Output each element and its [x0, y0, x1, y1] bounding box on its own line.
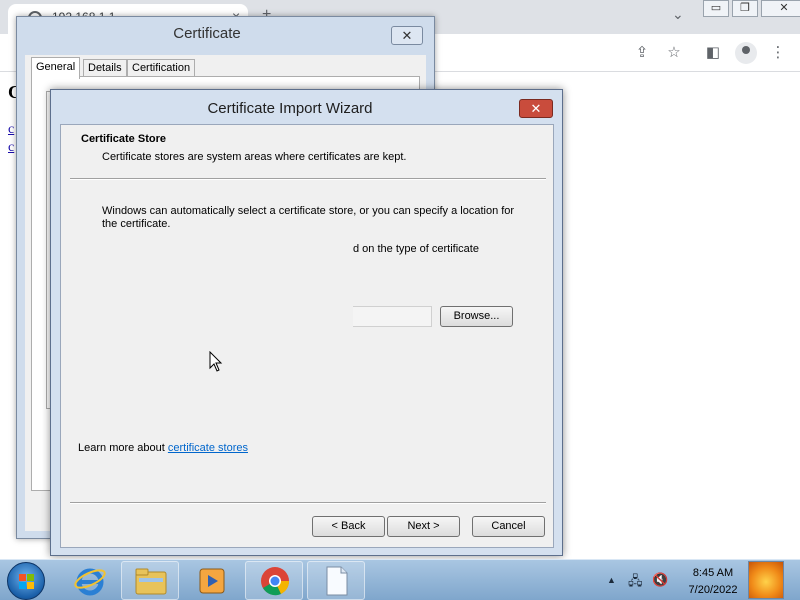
certificate-stores-link[interactable]: certificate stores: [168, 442, 248, 454]
network-icon[interactable]: 🖧: [628, 572, 643, 594]
menu-kebab-icon[interactable]: ⋮: [768, 43, 788, 63]
mouse-cursor-icon: [209, 351, 223, 372]
folder-icon: [135, 568, 167, 595]
start-button[interactable]: [7, 562, 45, 600]
tab-search-icon[interactable]: ⌄: [672, 6, 684, 23]
learn-more-prefix: Learn more about: [78, 442, 168, 454]
wizard-close-button[interactable]: ✕: [519, 99, 553, 118]
page-link[interactable]: c: [8, 122, 14, 138]
certificate-store-field: [353, 306, 432, 327]
certificate-import-wizard: Certificate Import Wizard ✕ Certificate …: [50, 89, 563, 556]
minimize-button[interactable]: ▭: [703, 0, 729, 17]
wizard-separator: [70, 178, 546, 180]
show-desktop-button[interactable]: [748, 561, 784, 599]
wizard-body-text: Windows can automatically select a certi…: [102, 205, 515, 230]
next-button[interactable]: Next >: [387, 516, 460, 537]
window-close-button[interactable]: ✕: [761, 0, 800, 17]
taskbar-notepad[interactable]: [307, 561, 365, 600]
show-hidden-icons[interactable]: ▲: [607, 575, 616, 585]
ie-icon: [74, 568, 106, 596]
taskbar-file-explorer[interactable]: [121, 561, 179, 600]
taskbar-internet-explorer[interactable]: [60, 561, 118, 600]
back-button[interactable]: < Back: [312, 516, 385, 537]
tab-general[interactable]: General: [31, 57, 81, 79]
wizard-heading: Certificate Store: [81, 133, 166, 145]
page-link[interactable]: c: [8, 140, 14, 156]
volume-muted-icon[interactable]: 🔇: [652, 572, 668, 588]
wizard-partial-option: d on the type of certificate: [353, 243, 479, 255]
document-icon: [326, 566, 348, 596]
media-player-icon: [199, 568, 225, 594]
certificate-close-button[interactable]: ✕: [391, 26, 423, 45]
browse-button[interactable]: Browse...: [440, 306, 513, 327]
learn-more-text: Learn more about certificate stores: [78, 442, 248, 454]
bookmark-star-icon[interactable]: ☆: [664, 43, 684, 63]
chrome-icon: [261, 567, 290, 596]
taskbar-media-player[interactable]: [182, 561, 240, 600]
wizard-body: Certificate Store Certificate stores are…: [60, 124, 554, 548]
cancel-button[interactable]: Cancel: [472, 516, 545, 537]
wizard-title: Certificate Import Wizard: [207, 100, 373, 117]
side-panel-icon[interactable]: ◧: [703, 43, 723, 63]
share-icon[interactable]: ⇪: [632, 43, 652, 63]
windows-logo-icon: [19, 574, 35, 590]
window-controls: ▭ ❐ ✕: [703, 0, 800, 17]
clock-time: 8:45 AM: [692, 567, 734, 579]
wizard-footer-separator: [70, 502, 546, 504]
clock-date: 7/20/2022: [688, 584, 738, 596]
taskbar-chrome[interactable]: [245, 561, 303, 600]
restore-button[interactable]: ❐: [732, 0, 758, 17]
certificate-dialog-title: Certificate: [173, 25, 241, 42]
taskbar: ▲ 🖧 🔇 8:45 AM 7/20/2022: [0, 559, 800, 600]
system-clock[interactable]: 8:45 AM 7/20/2022: [678, 565, 748, 599]
profile-avatar-icon[interactable]: [735, 42, 757, 64]
wizard-description: Certificate stores are system areas wher…: [102, 151, 407, 163]
